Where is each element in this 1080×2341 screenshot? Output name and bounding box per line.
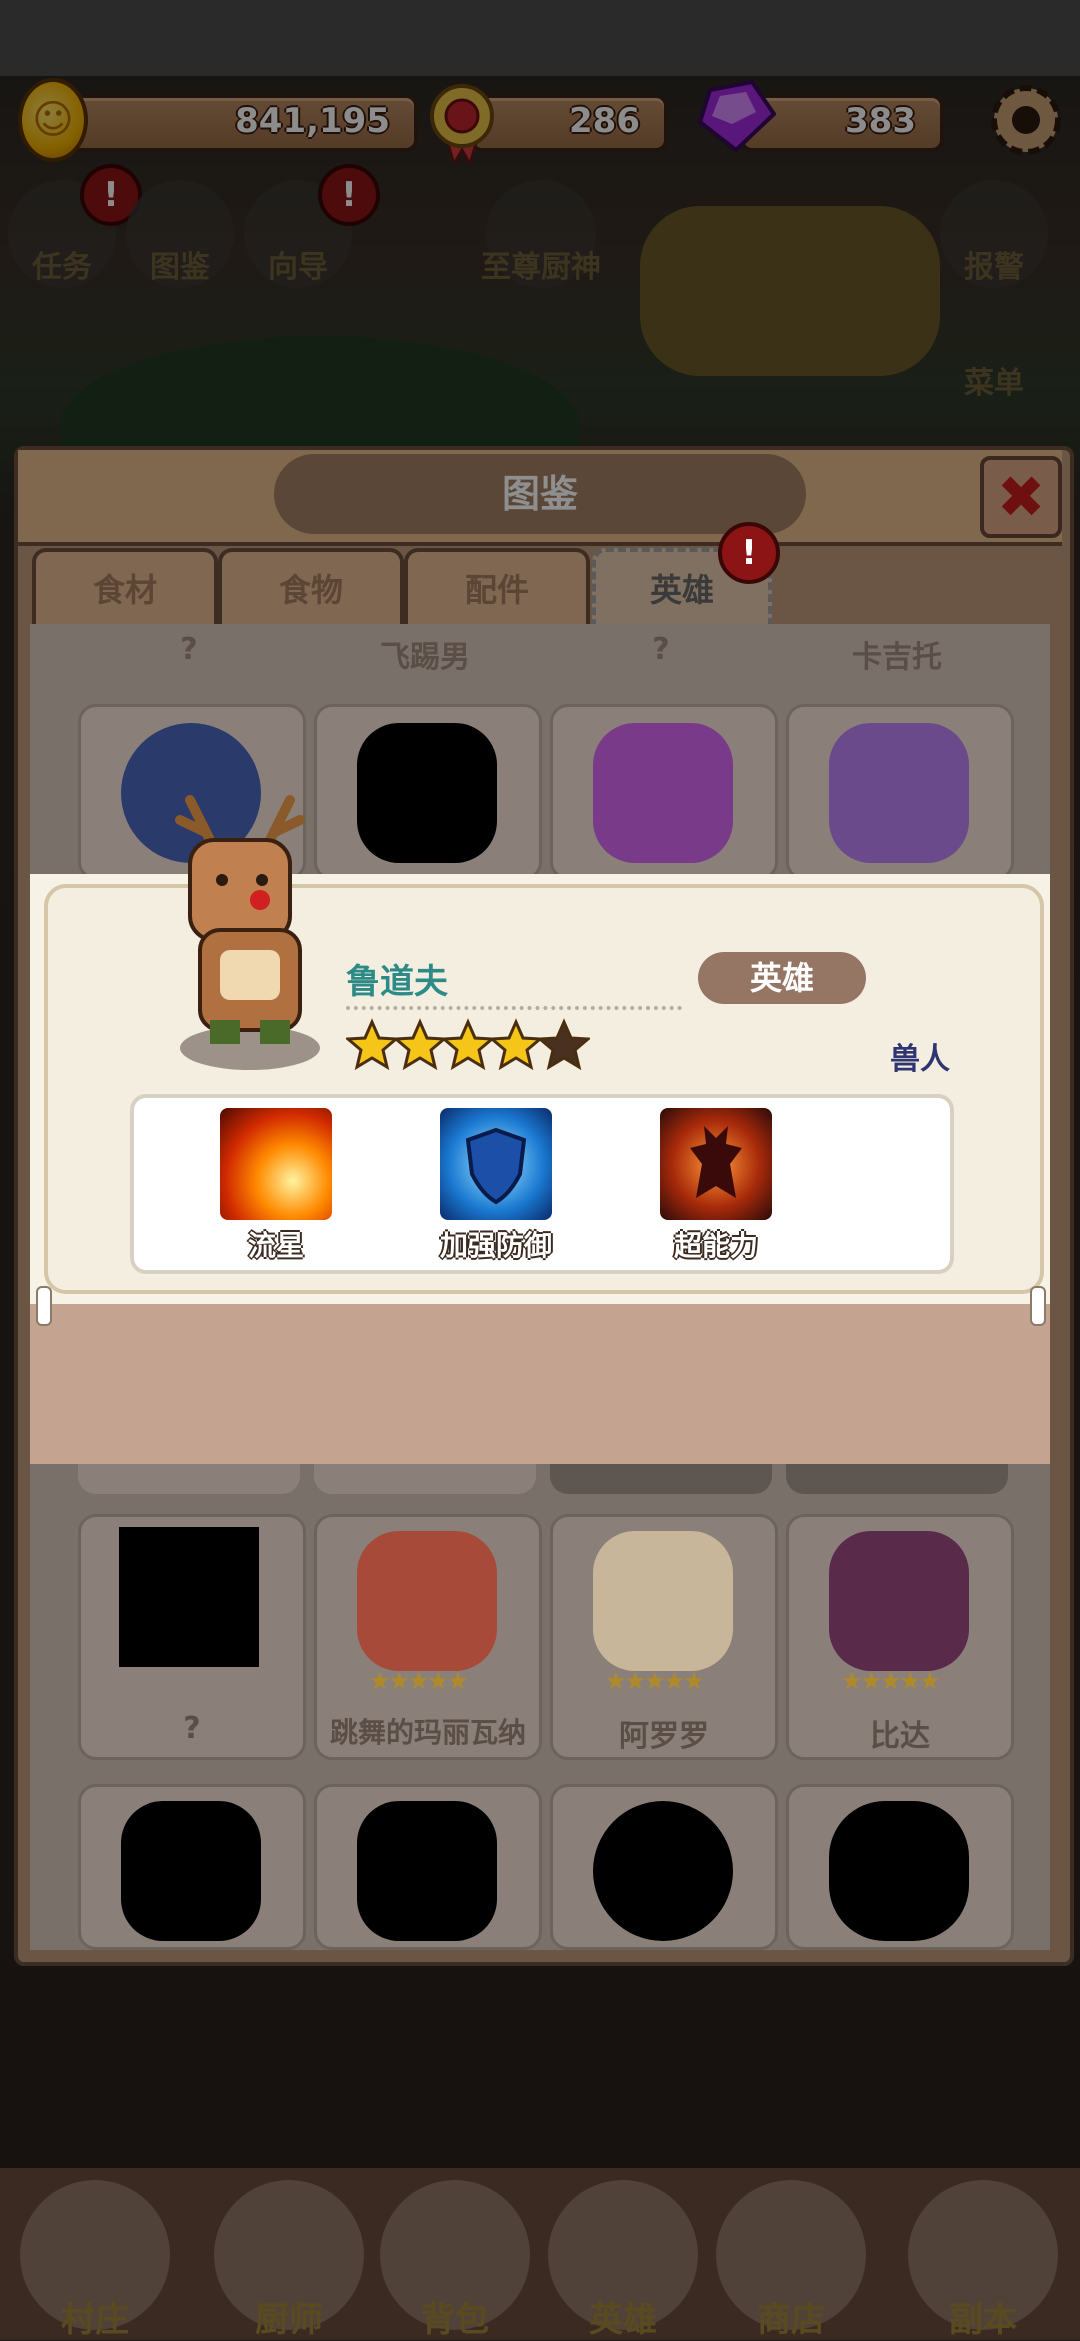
star-filled-icon (344, 1018, 400, 1071)
locked-hero-silhouette (357, 723, 497, 863)
nav-label-dungeon: 副本 (949, 2300, 1017, 2340)
hero-stars: ★★★★★ (841, 1667, 941, 1695)
card-name: 跳舞的玛丽瓦纳 (329, 1716, 526, 1749)
hero-portrait (593, 723, 733, 863)
nav-label-chef: 厨师 (255, 2300, 323, 2340)
star-filled-icon (440, 1018, 496, 1071)
hero-card[interactable]: ★★★★★ 跳舞的玛丽瓦纳 (314, 1514, 542, 1760)
skill-label-defense: 加强防御 (439, 1229, 552, 1262)
nav-label-bag: 背包 (421, 2300, 489, 2340)
name-divider (346, 1006, 682, 1010)
hero-card[interactable] (550, 704, 778, 880)
hero-stars: ★★★★★ (605, 1667, 705, 1695)
star-empty-icon (536, 1018, 592, 1071)
demon-power-icon[interactable] (660, 1108, 772, 1220)
panel-title: 图鉴 (501, 472, 578, 516)
close-button[interactable]: ✖ (980, 456, 1062, 538)
card-name-tab (78, 1464, 300, 1494)
locked-hero-silhouette (357, 1801, 497, 1941)
locked-hero-silhouette (829, 1801, 969, 1941)
close-icon: ✖ (996, 463, 1046, 531)
star-filled-icon (392, 1018, 448, 1071)
locked-hero-silhouette (593, 1801, 733, 1941)
tab-accessories[interactable]: 配件 (404, 548, 590, 628)
card-name: ? (183, 1711, 201, 1746)
card-name: ? (652, 632, 670, 667)
nav-label-hero: 英雄 (589, 2300, 657, 2340)
status-bar (0, 0, 1080, 76)
hero-card[interactable] (314, 1784, 542, 1950)
nav-label-shop: 商店 (757, 2300, 825, 2340)
tab-food[interactable]: 食物 (218, 548, 404, 628)
card-name: 卡吉托 (852, 640, 942, 675)
nav-label-village: 村庄 (61, 2300, 129, 2340)
card-name: 阿罗罗 (619, 1719, 709, 1754)
scroll-rod-right (1030, 1286, 1046, 1326)
hero-card[interactable] (314, 704, 542, 880)
tab-ingredients[interactable]: 食材 (32, 548, 218, 628)
shield-icon[interactable] (440, 1108, 552, 1220)
hero-type-badge: 英雄 (698, 952, 866, 1004)
meteor-icon[interactable] (220, 1108, 332, 1220)
card-name-tab (786, 1464, 1008, 1494)
locked-hero-silhouette (121, 1801, 261, 1941)
hero-card[interactable]: ? (78, 1514, 306, 1760)
card-name-tab (550, 1464, 772, 1494)
hero-portrait (593, 1531, 733, 1671)
skill-label-meteor: 流星 (247, 1229, 304, 1262)
card-name: 飞踢男 (380, 640, 470, 675)
locked-hero-silhouette (119, 1527, 259, 1667)
hero-card[interactable] (78, 1784, 306, 1950)
hero-reindeer-sprite (150, 780, 330, 1080)
hero-portrait (357, 1531, 497, 1671)
heroes-tab-alert-badge: ! (718, 522, 780, 584)
card-name: ? (180, 632, 198, 667)
hero-name: 鲁道夫 (346, 962, 448, 1002)
hero-card[interactable] (550, 1784, 778, 1950)
hero-portrait (829, 723, 969, 863)
card-name-tab (314, 1464, 536, 1494)
hero-stars: ★★★★★ (369, 1667, 469, 1695)
skill-label-superpower: 超能力 (673, 1229, 758, 1262)
hero-portrait (829, 1531, 969, 1671)
hero-card[interactable]: ★★★★★ 阿罗罗 (550, 1514, 778, 1760)
hero-card[interactable] (786, 1784, 1014, 1950)
star-filled-icon (488, 1018, 544, 1071)
star-rating (344, 1018, 592, 1074)
hero-card[interactable]: ★★★★★ 比达 (786, 1514, 1014, 1760)
hero-race: 兽人 (890, 1042, 950, 1077)
card-name: 比达 (870, 1719, 930, 1754)
hero-card[interactable] (786, 704, 1014, 880)
scroll-rod-left (36, 1286, 52, 1326)
